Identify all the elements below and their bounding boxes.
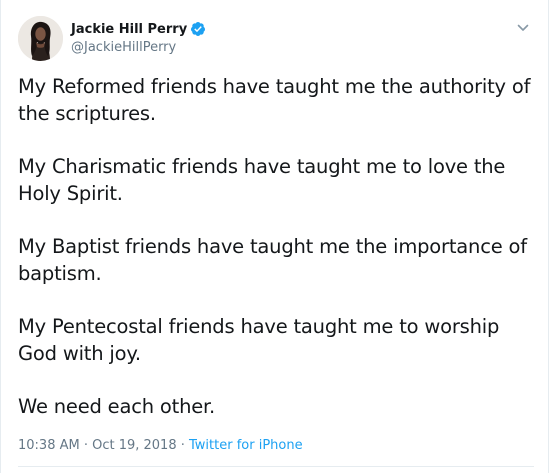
- tweet-timestamp[interactable]: 10:38 AM · Oct 19, 2018: [18, 438, 177, 453]
- tweet-paragraph: My Pentecostal friends have taught me to…: [18, 315, 500, 365]
- tweet-paragraph: My Charismatic friends have taught me to…: [18, 155, 506, 205]
- meta-separator: ·: [176, 438, 190, 453]
- divider: [18, 466, 534, 467]
- tweet-source-link[interactable]: Twitter for iPhone: [189, 438, 303, 453]
- author-names: Jackie Hill Perry @JackieHillPerry: [71, 20, 206, 55]
- avatar-image: [18, 16, 63, 61]
- tweet-paragraph: We need each other.: [18, 395, 216, 418]
- tweet-header: Jackie Hill Perry @JackieHillPerry: [18, 16, 534, 62]
- tweet-metadata: 10:38 AM · Oct 19, 2018 · Twitter for iP…: [18, 438, 303, 453]
- avatar[interactable]: [18, 16, 63, 61]
- tweet-card: Jackie Hill Perry @JackieHillPerry My Re…: [0, 0, 549, 473]
- tweet-text: My Reformed friends have taught me the a…: [18, 73, 534, 446]
- tweet-paragraph: My Reformed friends have taught me the a…: [18, 75, 531, 125]
- tweet-paragraph: My Baptist friends have taught me the im…: [18, 235, 527, 285]
- display-name[interactable]: Jackie Hill Perry: [71, 22, 187, 37]
- verified-badge-icon: [190, 21, 206, 37]
- chevron-down-icon[interactable]: [516, 20, 530, 34]
- author-handle[interactable]: @JackieHillPerry: [71, 40, 206, 55]
- display-name-row: Jackie Hill Perry: [71, 20, 206, 38]
